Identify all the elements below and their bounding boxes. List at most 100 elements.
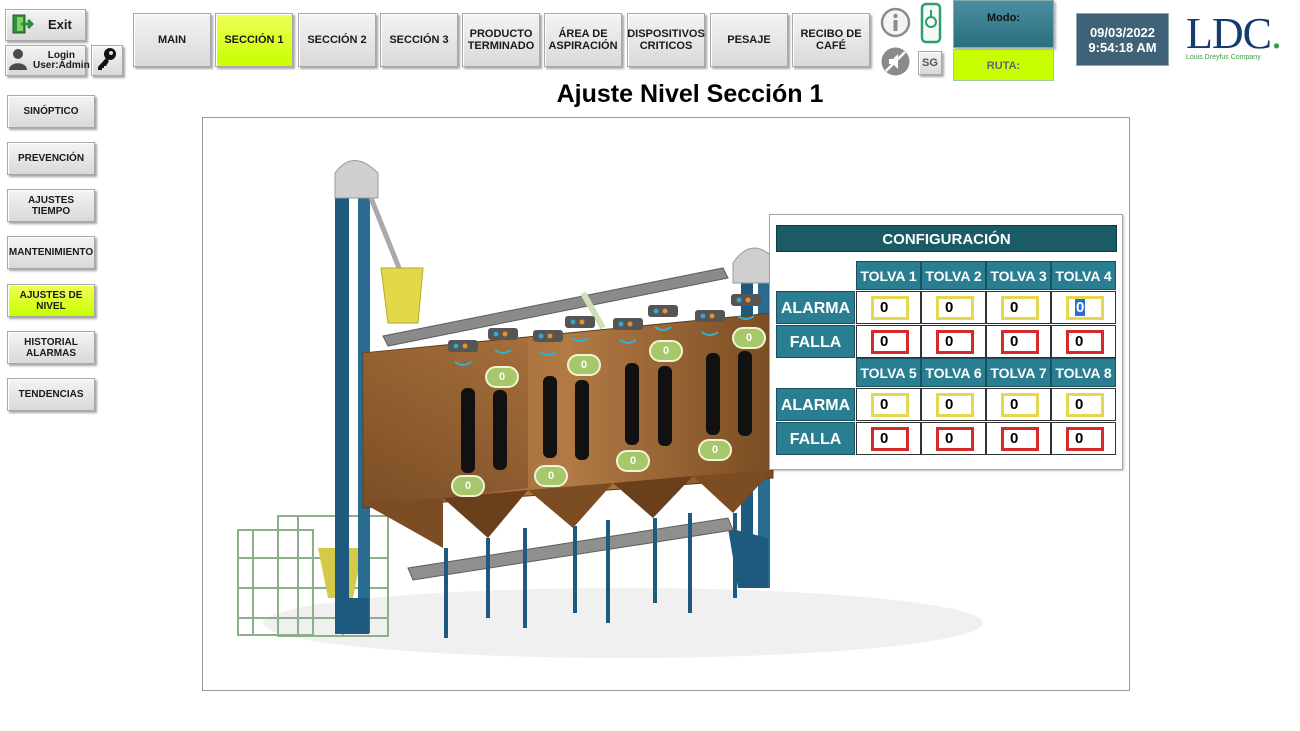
sound-off-icon[interactable] xyxy=(880,46,911,77)
nav-button-seccion-1[interactable]: SECCIÓN 1 xyxy=(215,13,293,67)
login-button[interactable]: Login User:Admin xyxy=(5,45,90,76)
level-tag: 0 xyxy=(567,354,601,376)
level-tag: 0 xyxy=(698,439,732,461)
falla-input-tolva-7[interactable]: 0 xyxy=(1001,427,1039,451)
falla-input-tolva-8[interactable]: 0 xyxy=(1066,427,1104,451)
falla-cell: 0 xyxy=(921,325,986,358)
mode-label: Modo: xyxy=(987,12,1020,24)
alarma-input-tolva-5[interactable]: 0 xyxy=(871,393,909,417)
nav-button-seccion-3[interactable]: SECCIÓN 3 xyxy=(380,13,458,67)
nav-button-producto-terminado[interactable]: PRODUCTO TERMINADO xyxy=(462,13,540,67)
sidebar-item-sinoptico[interactable]: SINÓPTICO xyxy=(7,95,95,128)
falla-cell: 0 xyxy=(921,422,986,455)
falla-input-tolva-3[interactable]: 0 xyxy=(1001,330,1039,354)
level-tag: 0 xyxy=(451,475,485,497)
falla-value: 0 xyxy=(1075,333,1084,350)
falla-value: 0 xyxy=(1010,333,1019,350)
key-button[interactable] xyxy=(91,45,123,76)
falla-row-label: FALLA xyxy=(776,422,855,455)
sidebar-item-historial-alarmas[interactable]: HISTORIAL ALARMAS xyxy=(7,331,95,364)
nav-button-label: DISPOSITIVOS CRITICOS xyxy=(627,28,705,52)
route-indicator: RUTA: xyxy=(953,49,1054,81)
alarma-input-tolva-1[interactable]: 0 xyxy=(871,296,909,320)
info-icon[interactable] xyxy=(880,7,911,38)
phone-icon[interactable] xyxy=(919,2,943,44)
configuration-panel: CONFIGURACIÓN TOLVA 1 TOLVA 2 TOLVA 3 TOLVA… xyxy=(769,214,1123,470)
tolva-header: TOLVA 6 xyxy=(921,358,986,387)
sidebar-item-ajustes-tiempo[interactable]: AJUSTES TIEMPO xyxy=(7,189,95,222)
alarma-value: 0 xyxy=(880,299,889,316)
alarma-value: 0 xyxy=(945,396,954,413)
falla-input-tolva-1[interactable]: 0 xyxy=(871,330,909,354)
sidebar-item-label: SINÓPTICO xyxy=(23,106,79,117)
key-icon xyxy=(96,47,118,74)
company-logo: LDC. Louis Dreyfus Company xyxy=(1186,12,1290,64)
alarma-input-tolva-8[interactable]: 0 xyxy=(1066,393,1104,417)
falla-input-tolva-2[interactable]: 0 xyxy=(936,330,974,354)
sidebar-item-label: AJUSTES TIEMPO xyxy=(27,194,75,217)
alarma-input-tolva-2[interactable]: 0 xyxy=(936,296,974,320)
tolva-header: TOLVA 2 xyxy=(921,261,986,290)
login-text: Login User:Admin xyxy=(33,50,90,71)
falla-cell: 0 xyxy=(1051,325,1116,358)
exit-button[interactable]: Exit xyxy=(5,9,86,41)
alarma-cell: 0 xyxy=(921,388,986,421)
falla-row-label: FALLA xyxy=(776,325,855,358)
alarma-input-tolva-7[interactable]: 0 xyxy=(1001,393,1039,417)
logo-text: LDC xyxy=(1186,9,1272,58)
sidebar-item-mantenimiento[interactable]: MANTENIMIENTO xyxy=(7,236,95,269)
tolva-header: TOLVA 8 xyxy=(1051,358,1116,387)
alarma-cell: 0 xyxy=(921,291,986,324)
nav-button-pesaje[interactable]: PESAJE xyxy=(710,13,788,67)
sg-button[interactable]: SG xyxy=(918,51,942,75)
tolva-header: TOLVA 4 xyxy=(1051,261,1116,290)
tolva-header: TOLVA 7 xyxy=(986,358,1051,387)
falla-value: 0 xyxy=(945,333,954,350)
nav-button-label: SECCIÓN 3 xyxy=(389,34,449,46)
nav-button-recibo-de-cafe[interactable]: RECIBO DE CAFÉ xyxy=(792,13,870,67)
falla-cell: 0 xyxy=(986,422,1051,455)
sidebar-item-prevencion[interactable]: PREVENCIÓN xyxy=(7,142,95,175)
nav-button-main[interactable]: MAIN xyxy=(133,13,211,67)
alarma-value: 0 xyxy=(1010,299,1019,316)
alarma-row-label: ALARMA xyxy=(776,291,855,324)
alarma-value: 0 xyxy=(1075,299,1086,316)
falla-input-tolva-4[interactable]: 0 xyxy=(1066,330,1104,354)
level-tag: 0 xyxy=(616,450,650,472)
route-label: RUTA: xyxy=(986,60,1021,72)
falla-value: 0 xyxy=(1075,430,1084,447)
falla-cell: 0 xyxy=(986,325,1051,358)
configuration-title: CONFIGURACIÓN xyxy=(776,225,1117,252)
nav-button-dispositivos-criticos[interactable]: DISPOSITIVOS CRITICOS xyxy=(627,13,705,67)
sidebar-item-tendencias[interactable]: TENDENCIAS xyxy=(7,378,95,411)
nav-button-label: SECCIÓN 1 xyxy=(224,34,284,46)
falla-value: 0 xyxy=(945,430,954,447)
nav-button-seccion-2[interactable]: SECCIÓN 2 xyxy=(298,13,376,67)
nav-button-label: PESAJE xyxy=(727,34,771,46)
alarma-input-tolva-3[interactable]: 0 xyxy=(1001,296,1039,320)
alarma-input-tolva-4[interactable]: 0 xyxy=(1066,296,1104,320)
exit-label: Exit xyxy=(48,17,72,32)
nav-button-area-de-aspiracion[interactable]: ÁREA DE ASPIRACIÓN xyxy=(544,13,622,67)
alarma-value: 0 xyxy=(880,396,889,413)
login-line2: User:Admin xyxy=(33,59,90,71)
sidebar-item-ajustes-de-nivel[interactable]: AJUSTES DE NIVEL xyxy=(7,284,95,317)
mode-indicator: Modo: xyxy=(953,0,1054,48)
alarma-row-label: ALARMA xyxy=(776,388,855,421)
falla-cell: 0 xyxy=(1051,422,1116,455)
date-text: 09/03/2022 xyxy=(1089,25,1156,40)
tolva-header: TOLVA 3 xyxy=(986,261,1051,290)
nav-button-label: ÁREA DE ASPIRACIÓN xyxy=(548,28,618,52)
sg-label: SG xyxy=(922,57,938,69)
level-tag: 0 xyxy=(649,340,683,362)
falla-input-tolva-6[interactable]: 0 xyxy=(936,427,974,451)
level-tag: 0 xyxy=(534,465,568,487)
falla-value: 0 xyxy=(1010,430,1019,447)
nav-button-label: SECCIÓN 2 xyxy=(307,34,367,46)
alarma-input-tolva-6[interactable]: 0 xyxy=(936,393,974,417)
alarma-cell: 0 xyxy=(1051,388,1116,421)
falla-input-tolva-5[interactable]: 0 xyxy=(871,427,909,451)
time-text: 9:54:18 AM xyxy=(1088,40,1157,55)
alarma-cell: 0 xyxy=(1051,291,1116,324)
alarma-value: 0 xyxy=(1075,396,1084,413)
